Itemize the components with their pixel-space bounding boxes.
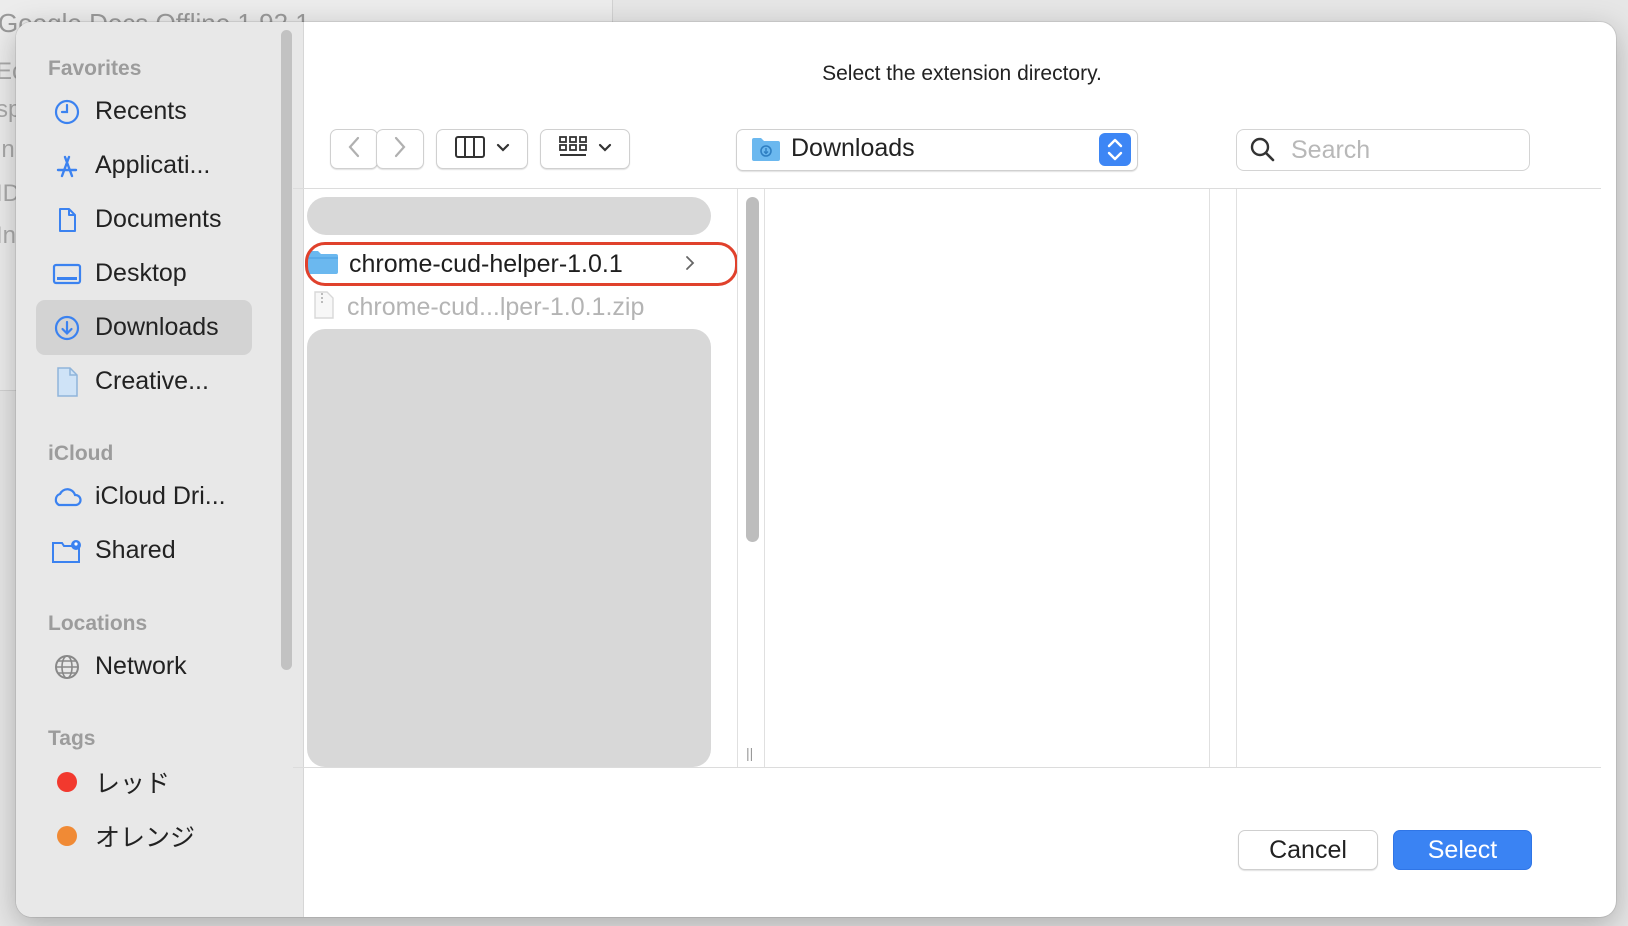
column-browser: chrome-cud-helper-1.0.1 chrome-cud...lpe…: [293, 188, 1601, 768]
column-divider: [737, 189, 738, 767]
sidebar-item-documents[interactable]: Documents: [36, 192, 252, 247]
forward-button[interactable]: [376, 129, 424, 169]
downloads-folder-icon: [751, 135, 781, 168]
zip-file-icon: [311, 290, 337, 325]
file-name: chrome-cud...lper-1.0.1.zip: [347, 292, 645, 321]
section-header-icloud: iCloud: [48, 442, 114, 465]
sidebar-item-shared[interactable]: Shared: [36, 523, 252, 578]
back-button[interactable]: [330, 129, 378, 169]
view-mode-button[interactable]: [436, 129, 528, 169]
shared-folder-icon: [51, 535, 83, 567]
list-item-zip: chrome-cud...lper-1.0.1.zip: [307, 287, 727, 327]
sidebar: Favorites Recents Applicati... Documents…: [16, 22, 304, 917]
clock-icon: [51, 96, 83, 128]
redacted-items: [307, 329, 711, 767]
search-input[interactable]: [1289, 134, 1523, 166]
tag-color-dot: [57, 825, 77, 846]
search-icon: [1249, 136, 1277, 169]
sidebar-item-label: Network: [95, 652, 187, 680]
section-header-tags: Tags: [48, 727, 96, 750]
desktop-icon: [51, 258, 83, 290]
globe-icon: [51, 651, 83, 683]
sidebar-item-label: Recents: [95, 97, 187, 125]
file-icon: [51, 366, 83, 398]
chevron-right-icon: [392, 135, 408, 164]
section-header-locations: Locations: [48, 612, 148, 635]
sidebar-item-label: Downloads: [95, 313, 219, 341]
sidebar-item-applications[interactable]: Applicati...: [36, 138, 252, 193]
sidebar-item-label: Creative...: [95, 367, 209, 395]
background-text-fragment: in: [0, 136, 15, 163]
sidebar-item-creative[interactable]: Creative...: [36, 354, 252, 409]
sidebar-item-label: レッド: [95, 769, 171, 798]
sidebar-item-label: Documents: [95, 205, 222, 233]
document-icon: [51, 204, 83, 236]
sidebar-item-desktop[interactable]: Desktop: [36, 246, 252, 301]
sidebar-item-network[interactable]: Network: [36, 639, 252, 694]
grid-icon: [558, 135, 588, 164]
select-button[interactable]: Select: [1393, 830, 1532, 870]
column-divider: [1209, 189, 1210, 767]
open-panel-dialog: Favorites Recents Applicati... Documents…: [16, 22, 1616, 917]
sidebar-tag-red[interactable]: レッド: [36, 754, 252, 809]
redacted-item: [307, 197, 711, 235]
sidebar-scrollbar[interactable]: [281, 30, 292, 670]
dialog-title: Select the extension directory.: [822, 62, 1102, 85]
popup-arrows-icon: [1099, 133, 1131, 166]
cloud-icon: [51, 481, 83, 513]
sidebar-item-label: オレンジ: [95, 823, 196, 852]
sidebar-item-label: Desktop: [95, 259, 187, 287]
column-divider: [764, 189, 765, 767]
column-resize-handle[interactable]: ||: [746, 745, 753, 761]
column-divider: [1236, 189, 1237, 767]
location-popup[interactable]: Downloads: [736, 129, 1138, 171]
location-label: Downloads: [791, 134, 915, 162]
tag-color-dot: [57, 771, 77, 792]
sidebar-item-icloud-drive[interactable]: iCloud Dri...: [36, 469, 252, 524]
column-view-icon: [454, 135, 486, 164]
download-icon: [51, 312, 83, 344]
group-button[interactable]: [540, 129, 630, 169]
cancel-button[interactable]: Cancel: [1238, 830, 1378, 870]
chevron-left-icon: [346, 135, 362, 164]
search-field[interactable]: [1236, 129, 1530, 171]
background-text-fragment: In: [0, 222, 17, 249]
section-header-favorites: Favorites: [48, 57, 142, 80]
browser-column-1: chrome-cud-helper-1.0.1 chrome-cud...lpe…: [293, 189, 738, 767]
applications-icon: [51, 150, 83, 182]
chevron-down-icon: [598, 140, 612, 158]
sidebar-item-label: Shared: [95, 536, 176, 564]
chevron-down-icon: [496, 140, 510, 158]
sidebar-item-downloads[interactable]: Downloads: [36, 300, 252, 355]
highlight-ring: [305, 242, 738, 286]
sidebar-item-recents[interactable]: Recents: [36, 84, 252, 139]
sidebar-item-label: iCloud Dri...: [95, 482, 226, 510]
sidebar-tag-orange[interactable]: オレンジ: [36, 808, 252, 863]
sidebar-item-label: Applicati...: [95, 151, 211, 179]
column-scrollbar[interactable]: [746, 197, 759, 542]
